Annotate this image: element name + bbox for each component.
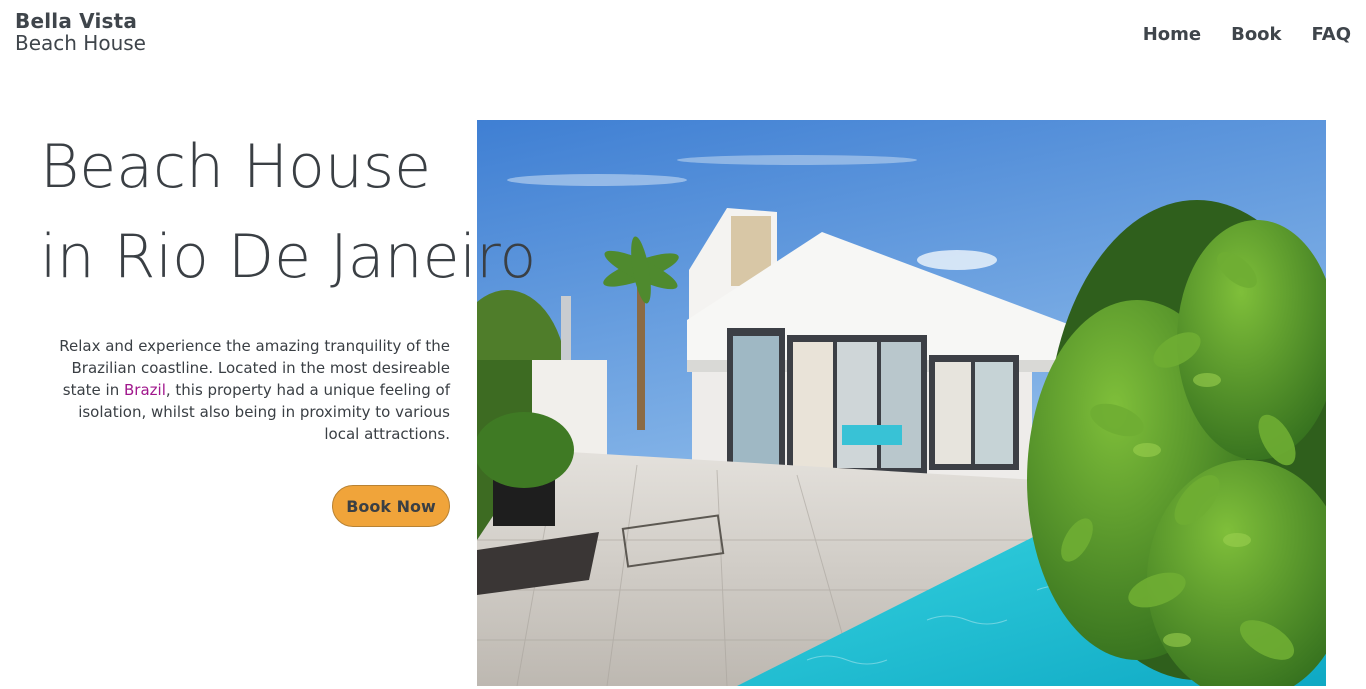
nav-faq-link[interactable]: FAQ — [1312, 24, 1351, 45]
hero-title-line-1: Beach House — [40, 132, 432, 202]
hero-title-line-2: in Rio De Janeiro — [40, 222, 537, 292]
hero-description: Relax and experience the amazing tranqui… — [40, 335, 450, 445]
nav-book-link[interactable]: Book — [1231, 24, 1281, 45]
hero-title: Beach House in Rio De Janeiro — [40, 122, 536, 302]
main-nav: Home Book FAQ — [1143, 24, 1351, 45]
brand-name: Bella Vista — [15, 9, 138, 33]
brand-subtitle: Beach House — [15, 31, 146, 55]
book-now-button[interactable]: Book Now — [332, 485, 450, 527]
brand-logo[interactable]: Bella Vista Beach House — [15, 10, 146, 54]
nav-home-link[interactable]: Home — [1143, 24, 1201, 45]
page: Bella Vista Beach House Home Book FAQ Be… — [0, 0, 1366, 689]
beach-house-photo — [477, 120, 1326, 686]
brazil-link[interactable]: Brazil — [124, 381, 166, 399]
